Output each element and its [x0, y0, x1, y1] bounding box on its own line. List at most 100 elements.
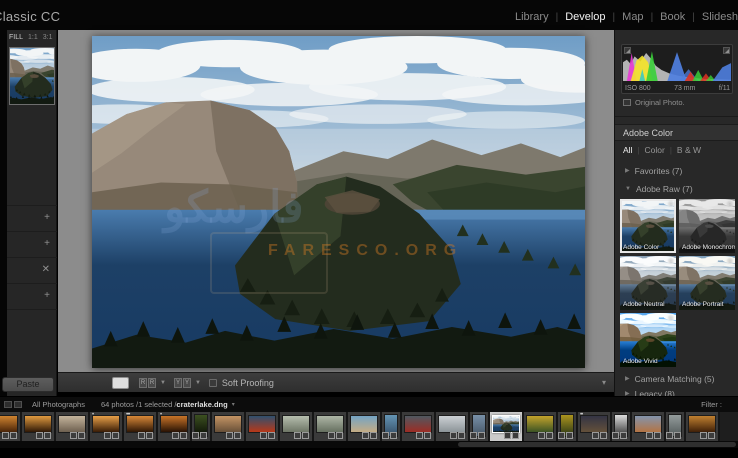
filmstrip-thumb[interactable] — [246, 412, 280, 441]
thumbnail-badges-icon — [666, 432, 681, 439]
zoom-level-fill[interactable]: FILL — [9, 34, 23, 41]
photo-canvas[interactable]: فارسكو FARESCO.ORG — [92, 36, 585, 368]
paste-button[interactable]: Paste — [2, 377, 54, 392]
left-panel-header[interactable]: + — [7, 206, 57, 232]
filmstrip-thumb[interactable]: •• — [578, 412, 612, 441]
favorite-star-icon[interactable]: ☆ — [727, 257, 733, 265]
filmstrip-thumb[interactable] — [524, 412, 558, 441]
filmstrip-thumb[interactable] — [348, 412, 382, 441]
filmstrip-thumb[interactable] — [280, 412, 314, 441]
filmstrip-thumb[interactable] — [490, 412, 524, 441]
filmstrip-thumb[interactable] — [212, 412, 246, 441]
module-tab-slideshow[interactable]: Slideshow — [702, 11, 738, 23]
filmstrip-thumb[interactable] — [382, 412, 402, 441]
profile-group-favorites[interactable]: ▶ Favorites (7) — [615, 163, 738, 178]
filmstrip-thumb[interactable] — [192, 412, 212, 441]
profile-group-camera-matching[interactable]: ▶ Camera Matching (5) — [615, 371, 738, 386]
profile-group-adobe-raw[interactable]: ▼ Adobe Raw (7) — [615, 181, 738, 196]
filmstrip-thumb[interactable] — [22, 412, 56, 441]
profile-tab-b-w[interactable]: B & W — [677, 145, 701, 155]
profile-thumb-adobe-portrait[interactable]: ☆Adobe Portrait — [679, 256, 735, 310]
selection-count: 64 photos /1 selected / — [101, 400, 176, 409]
filmstrip-thumb[interactable] — [686, 412, 720, 441]
filmstrip-thumb-image — [492, 415, 520, 433]
filmstrip-thumb[interactable] — [666, 412, 686, 441]
profile-thumb-adobe-vivid[interactable]: ☆ Adobe Vivid — [620, 313, 676, 367]
filmstrip-thumb-image — [282, 415, 310, 433]
filmstrip-thumb[interactable] — [436, 412, 470, 441]
thumbnail-badges-icon — [260, 432, 275, 439]
filmstrip-thumb[interactable]: • — [90, 412, 124, 441]
module-tab-develop[interactable]: Develop — [565, 11, 605, 23]
before-after-view-icon[interactable]: YY — [174, 378, 191, 388]
favorite-star-icon[interactable]: ☆ — [668, 257, 674, 265]
thumbnail-badges-icon — [362, 432, 377, 439]
filmstrip-status-bar: All Photographs 64 photos /1 selected /c… — [0, 396, 738, 412]
profile-tab-color[interactable]: Color — [645, 145, 665, 155]
filmstrip-thumb[interactable] — [558, 412, 578, 441]
module-tab-library[interactable]: Library — [515, 11, 549, 23]
histogram-curve[interactable] — [623, 47, 731, 81]
soft-proofing-checkbox[interactable] — [209, 379, 217, 387]
module-tab-map[interactable]: Map — [622, 11, 643, 23]
filter-label[interactable]: Filter : — [701, 400, 722, 409]
filmstrip-thumb[interactable] — [632, 412, 666, 441]
module-separator: | — [556, 12, 559, 23]
left-panel-edge — [0, 30, 7, 396]
secondary-monitor-icon[interactable] — [14, 401, 22, 408]
navigator-preview[interactable] — [9, 47, 55, 105]
right-panel: ISO 800 73 mm f/11 Original Photo. Adobe… — [614, 30, 738, 396]
favorite-star-icon[interactable]: ☆ — [668, 314, 674, 322]
left-panel-header[interactable]: + — [7, 284, 57, 310]
iso-value: ISO 800 — [625, 85, 651, 92]
original-photo-row[interactable]: Original Photo. — [623, 98, 685, 107]
profile-browser-header[interactable]: Adobe Color — [615, 124, 738, 141]
module-separator: | — [692, 12, 695, 23]
filmstrip-thumb-image — [126, 415, 154, 433]
title-bar: Classic CC Library|Develop|Map|Book|Slid… — [0, 0, 738, 30]
chevron-down-icon[interactable]: ▼ — [160, 380, 166, 386]
filmstrip-thumb[interactable] — [314, 412, 348, 441]
scrollbar-thumb[interactable] — [458, 442, 736, 447]
favorite-star-icon[interactable]: ☆ — [727, 200, 733, 208]
zoom-level-1-1[interactable]: 1:1 — [28, 34, 38, 41]
left-panel: FILL1:13:1▾ ++✕+ Paste — [0, 30, 57, 396]
chevron-down-icon[interactable]: ▼ — [195, 380, 201, 386]
loupe-view-icon[interactable] — [112, 377, 129, 389]
filmstrip-thumb[interactable]: ••• — [124, 412, 158, 441]
filmstrip-thumb[interactable] — [402, 412, 436, 441]
toolbar-options-caret-icon[interactable]: ▾ — [602, 378, 606, 387]
after-pane: Y — [183, 378, 191, 388]
profile-thumb-adobe-monochrome[interactable]: ☆Adobe Monochrome — [679, 199, 735, 253]
source-indicator[interactable]: All Photographs — [32, 400, 85, 409]
thumbnail-badges-icon — [504, 432, 519, 439]
selection-info[interactable]: 64 photos /1 selected /craterlake.dng — [101, 400, 228, 409]
filmstrip-thumb[interactable]: • — [158, 412, 192, 441]
histogram-panel[interactable]: ISO 800 73 mm f/11 — [621, 44, 733, 94]
left-panel-header[interactable]: ✕ — [7, 258, 57, 284]
plus-icon[interactable]: + — [44, 239, 50, 249]
filmstrip-thumb-image — [58, 415, 86, 433]
module-tab-book[interactable]: Book — [660, 11, 685, 23]
left-panel-header[interactable]: + — [7, 232, 57, 258]
filmstrip-thumb[interactable] — [56, 412, 90, 441]
thumbnail-badges-icon — [382, 432, 397, 439]
profile-thumb-label: Adobe Vivid — [623, 358, 658, 365]
plus-icon[interactable]: + — [44, 291, 50, 301]
primary-monitor-icon[interactable] — [4, 401, 12, 408]
zoom-level-3-1[interactable]: 3:1 — [43, 34, 53, 41]
profile-thumb-adobe-color[interactable]: ☆Adobe Color — [620, 199, 676, 253]
clear-icon[interactable]: ✕ — [42, 265, 50, 275]
favorite-star-icon[interactable]: ☆ — [668, 200, 674, 208]
filmstrip-thumb[interactable] — [0, 412, 22, 441]
filmstrip-thumb[interactable] — [612, 412, 632, 441]
profile-tab-all[interactable]: All — [623, 145, 632, 155]
filmstrip-thumb[interactable] — [470, 412, 490, 441]
profile-thumb-adobe-neutral[interactable]: ☆Adobe Neutral — [620, 256, 676, 310]
profile-group-legacy[interactable]: ▶ Legacy (8) — [615, 386, 738, 396]
reference-view-icon[interactable]: RR — [139, 378, 156, 388]
filmstrip-thumb-image — [248, 415, 276, 433]
plus-icon[interactable]: + — [44, 213, 50, 223]
filmstrip-thumb-image — [438, 415, 466, 433]
chevron-down-icon[interactable]: ▾ — [232, 401, 235, 408]
